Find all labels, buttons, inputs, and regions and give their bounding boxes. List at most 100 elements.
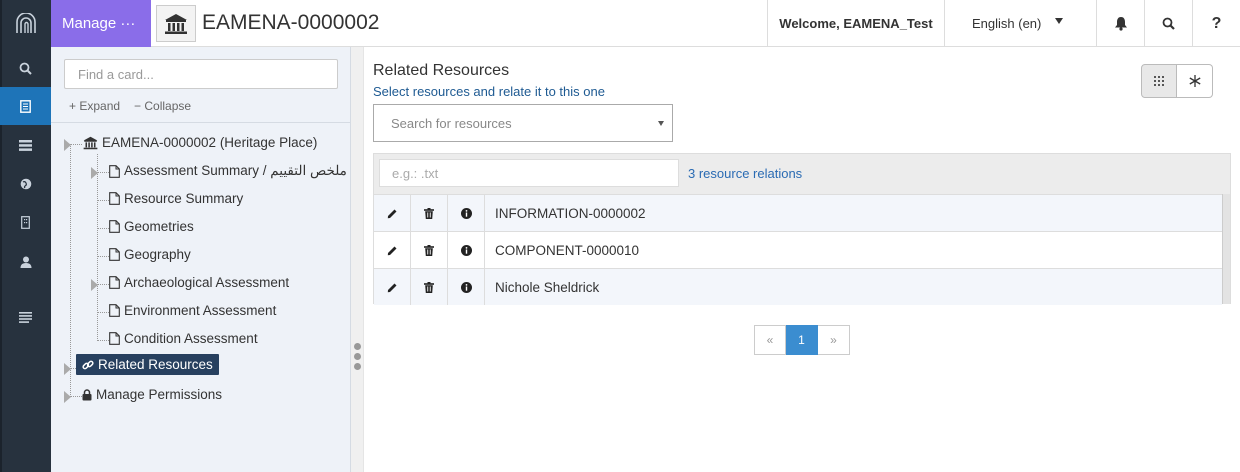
manage-menu-button[interactable]: Manage ···	[51, 0, 151, 47]
rail-search[interactable]	[0, 49, 51, 87]
resource-search-placeholder: Search for resources	[391, 116, 512, 131]
tree-connector	[97, 312, 109, 313]
pencil-icon	[387, 283, 396, 292]
tree-tools: + Expand − Collapse	[69, 99, 191, 113]
tree-toggle-icon[interactable]	[64, 363, 71, 375]
relations-filter-input[interactable]	[379, 159, 679, 187]
tree-connector	[97, 228, 109, 229]
card-tree-panel: + Expand − Collapse EAMENA-0000002 (Heri…	[51, 47, 351, 472]
grid-icon	[1154, 76, 1164, 86]
file-icon	[109, 192, 120, 205]
chevron-down-icon	[1055, 18, 1063, 24]
card-label: Resource Summary	[124, 191, 244, 206]
tree-item-related-resources[interactable]: Related Resources	[76, 354, 219, 375]
info-button[interactable]	[448, 195, 485, 231]
language-label: English (en)	[972, 16, 1042, 31]
tree-root-heritage-place[interactable]: EAMENA-0000002 (Heritage Place)	[83, 135, 317, 150]
relations-rows: INFORMATION-0000002 COMPONENT-0000010 Ni…	[374, 194, 1222, 305]
edit-button[interactable]	[374, 269, 411, 305]
edit-button[interactable]	[374, 232, 411, 268]
rail-menu[interactable]	[0, 298, 51, 336]
card-condition-assessment[interactable]: Condition Assessment	[109, 331, 258, 346]
expand-all-link[interactable]: + Expand	[69, 99, 120, 113]
rail-list[interactable]	[0, 126, 51, 164]
card-geography[interactable]: Geography	[109, 247, 191, 262]
tree-connector	[97, 256, 109, 257]
info-icon	[460, 281, 472, 293]
card-resource-summary[interactable]: Resource Summary	[109, 191, 243, 206]
related-resource-name[interactable]: COMPONENT-0000010	[485, 232, 639, 268]
file-icon	[109, 248, 120, 261]
tree-connector	[97, 284, 109, 285]
panel-subtitle: Select resources and relate it to this o…	[373, 84, 605, 99]
building-icon	[21, 215, 30, 229]
search-icon	[1162, 17, 1175, 30]
lock-icon	[82, 388, 92, 400]
relations-count: 3 resource relations	[688, 166, 803, 181]
collapse-toggle-icon[interactable]	[64, 139, 71, 151]
search-button[interactable]	[1144, 0, 1192, 47]
info-button[interactable]	[448, 269, 485, 305]
rail-map[interactable]	[0, 165, 51, 203]
user-icon	[20, 256, 31, 268]
info-icon	[460, 244, 472, 256]
resource-title: EAMENA-0000002	[202, 11, 380, 34]
help-button[interactable]: ?	[1192, 0, 1240, 47]
card-label: Environment Assessment	[124, 303, 277, 318]
tree-connector	[70, 396, 82, 397]
tree-root-label: EAMENA-0000002 (Heritage Place)	[102, 135, 318, 150]
file-icon	[109, 220, 120, 233]
collapse-all-link[interactable]: − Collapse	[134, 99, 191, 113]
card-archaeological-assessment[interactable]: Archaeological Assessment	[109, 275, 289, 290]
related-resource-name[interactable]: Nichole Sheldrick	[485, 269, 599, 305]
manage-permissions-label: Manage Permissions	[96, 387, 223, 402]
edit-button[interactable]	[374, 195, 411, 231]
tree-connector	[70, 144, 71, 397]
tree-connector	[97, 200, 109, 201]
app-rail	[0, 0, 51, 472]
delete-button[interactable]	[411, 195, 448, 231]
rail-resource-editor[interactable]	[0, 87, 51, 125]
card-geometries[interactable]: Geometries	[109, 219, 194, 234]
language-select[interactable]: English (en)	[944, 0, 1098, 47]
resource-search-select[interactable]: Search for resources	[373, 104, 673, 142]
related-resource-name[interactable]: INFORMATION-0000002	[485, 195, 646, 231]
card-assessment-summary[interactable]: Assessment Summary / ملخص التقييم	[109, 163, 347, 179]
asterisk-icon	[1188, 75, 1201, 87]
card-label: Geography	[124, 247, 191, 262]
delete-button[interactable]	[411, 232, 448, 268]
rail-user[interactable]	[0, 243, 51, 281]
app-logo[interactable]	[0, 0, 51, 47]
table-scrollbar[interactable]	[1222, 194, 1230, 304]
splitter-grip	[354, 353, 361, 360]
expand-toggle-icon[interactable]	[91, 167, 98, 179]
top-header: Manage ··· EAMENA-0000002 Welcome, EAMEN…	[51, 0, 1240, 47]
notifications-button[interactable]	[1096, 0, 1144, 47]
tree-item-manage-permissions[interactable]: Manage Permissions	[82, 387, 222, 402]
next-page-button[interactable]: »	[818, 325, 850, 355]
tree-toggle-icon[interactable]	[64, 391, 71, 403]
trash-icon	[424, 244, 434, 256]
table-row: COMPONENT-0000010	[374, 231, 1222, 268]
search-icon	[19, 62, 32, 75]
graph-view-button[interactable]	[1177, 64, 1213, 98]
panel-splitter-handle[interactable]	[351, 47, 364, 472]
card-label: Assessment Summary / ملخص التقييم	[124, 163, 347, 178]
card-label: Archaeological Assessment	[124, 275, 290, 290]
rail-building[interactable]	[0, 203, 51, 241]
trash-icon	[424, 207, 434, 219]
table-row: INFORMATION-0000002	[374, 194, 1222, 231]
find-card-input[interactable]	[64, 59, 338, 89]
pencil-icon	[387, 209, 396, 218]
link-icon	[82, 360, 94, 369]
info-button[interactable]	[448, 232, 485, 268]
expand-toggle-icon[interactable]	[91, 279, 98, 291]
prev-page-button[interactable]: «	[754, 325, 786, 355]
welcome-user[interactable]: Welcome, EAMENA_Test	[767, 0, 944, 47]
table-view-button[interactable]	[1141, 64, 1177, 98]
card-environment-assessment[interactable]: Environment Assessment	[109, 303, 276, 318]
relations-table: 3 resource relations INFORMATION-0000002…	[373, 153, 1231, 305]
page-1-button[interactable]: 1	[786, 325, 818, 355]
delete-button[interactable]	[411, 269, 448, 305]
info-icon	[460, 207, 472, 219]
